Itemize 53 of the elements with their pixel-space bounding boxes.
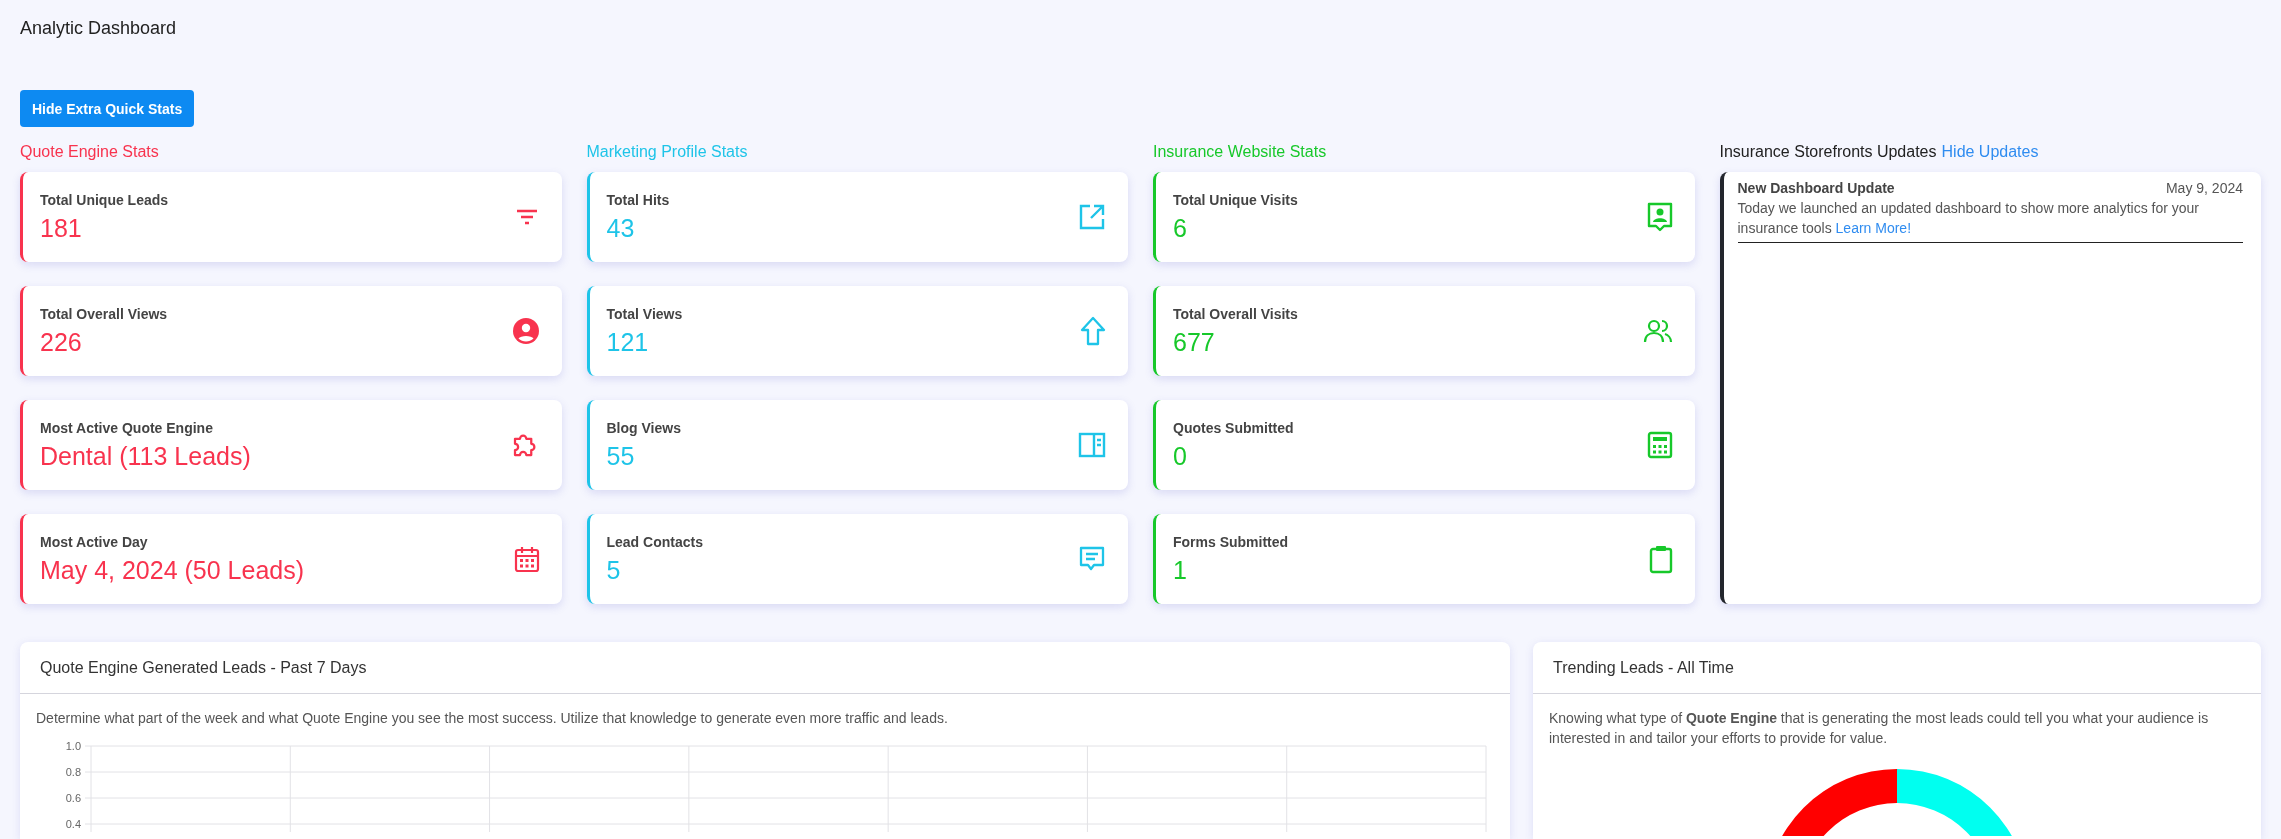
update-date: May 9, 2024 [2165, 180, 2243, 196]
stat-label: Quotes Submitted [1173, 419, 1294, 436]
section-title: Quote Engine Stats [20, 142, 160, 162]
stat-value: 121 [606, 327, 650, 357]
section-title: Marketing Profile Stats [586, 142, 749, 162]
y-tick-label: 0.6 [65, 792, 81, 804]
learn-more-link[interactable]: Learn More! [1835, 220, 1912, 236]
book-panel-icon [1078, 432, 1106, 458]
y-tick-label: 0.4 [65, 818, 81, 830]
calendar-icon [513, 545, 540, 573]
card-description: Determine what part of the week and what Quote Engine you see the most success. Utilize that knowledge to generate even more traffic and leads. [36, 709, 949, 728]
updates-title: Insurance Storefronts Updates [1719, 142, 1937, 162]
stat-value: 1 [1173, 555, 1188, 585]
card-title: Quote Engine Generated Leads - Past 7 Days [20, 642, 1510, 694]
stat-value: 43 [606, 213, 636, 243]
stat-value: 181 [40, 213, 83, 243]
contact-icon [1646, 202, 1673, 232]
hide-stats-button[interactable]: Hide Extra Quick Stats [20, 90, 195, 127]
stat-label: Most Active Day [40, 533, 149, 550]
message-icon [1078, 545, 1106, 573]
section-title: Insurance Website Stats [1153, 142, 1328, 162]
y-tick-label: 1.0 [65, 740, 81, 752]
update-title: New Dashboard Update [1737, 180, 1895, 196]
card-description: Knowing what type of Quote Engine that is generating the most leads could tell you what your audience is interested in and tailor your efforts to provide for value. [1549, 709, 2210, 748]
stat-value: May 4, 2024 (50 Leads) [40, 555, 305, 585]
stat-label: Total Unique Visits [1173, 191, 1298, 208]
stat-value: 226 [40, 327, 83, 357]
stat-value: 6 [1173, 213, 1188, 243]
stat-value: 5 [606, 555, 622, 585]
stat-label: Blog Views [606, 419, 681, 436]
calculator-icon [1646, 431, 1673, 459]
stat-label: Total Unique Leads [40, 191, 169, 208]
card-title: Trending Leads - All Time [1533, 642, 2261, 694]
external-link-icon [1078, 203, 1106, 231]
stat-label: Forms Submitted [1173, 533, 1289, 550]
stat-value: 0 [1173, 441, 1188, 471]
page-title: Analytic Dashboard [20, 17, 178, 40]
user-circle-icon [511, 317, 540, 345]
stat-value: 677 [1173, 327, 1216, 357]
users-icon [1642, 318, 1673, 344]
hide-updates-link[interactable]: Hide Updates [1941, 142, 2039, 162]
stat-value: Dental (113 Leads) [40, 441, 251, 471]
stat-label: Total Overall Views [40, 305, 168, 322]
stat-label: Lead Contacts [606, 533, 703, 550]
stat-label: Total Views [606, 305, 683, 322]
stat-value: 55 [606, 441, 636, 471]
stat-label: Total Hits [606, 191, 670, 208]
y-tick-label: 0.8 [65, 766, 81, 778]
clipboard-icon [1648, 544, 1673, 574]
stat-label: Total Overall Visits [1173, 305, 1298, 322]
up-arrow-icon [1080, 316, 1106, 346]
update-text: Today we launched an updated dashboard to show more analytics for your insurance tools Learn More! [1737, 199, 2200, 238]
stat-label: Most Active Quote Engine [40, 419, 214, 436]
